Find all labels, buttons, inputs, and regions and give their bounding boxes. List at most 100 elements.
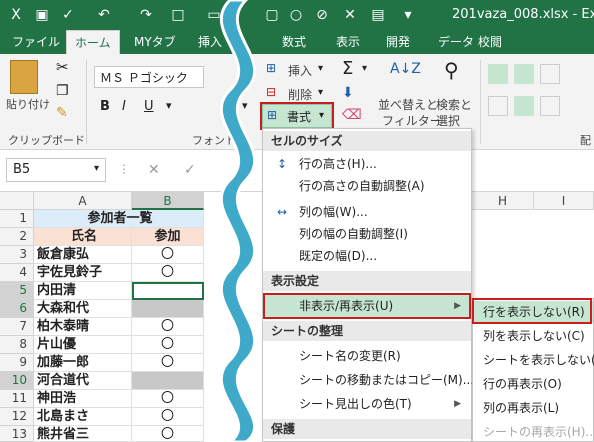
name-cell[interactable]: 柏木泰晴 xyxy=(34,318,132,336)
paste-icon[interactable] xyxy=(10,60,38,94)
align-middle-icon[interactable] xyxy=(514,64,534,84)
sheet-title-cell[interactable]: 参加者一覧 xyxy=(34,210,204,228)
align-right-icon[interactable] xyxy=(540,96,560,116)
menu-item-row-height[interactable]: ↕ 行の高さ(H)... xyxy=(263,153,471,175)
forbidden-icon[interactable]: ⊘ xyxy=(314,7,330,23)
column-header-b[interactable]: B xyxy=(132,192,204,210)
name-cell[interactable]: 河合道代 xyxy=(34,372,132,390)
find-select-label-1[interactable]: 検索と xyxy=(436,96,472,113)
sort-filter-label-2[interactable]: フィルター xyxy=(382,112,442,129)
align-top-icon[interactable] xyxy=(488,64,508,84)
attend-cell[interactable]: 〇 xyxy=(132,390,204,408)
confirm-entry-button[interactable]: ✓ xyxy=(184,162,196,178)
align-center-icon[interactable] xyxy=(514,96,534,116)
save-icon[interactable]: ▣ xyxy=(34,7,50,23)
header-cell-attend[interactable]: 参加 xyxy=(132,228,204,246)
clear-icon[interactable]: ⌫ xyxy=(342,108,362,122)
insert-dropdown-icon[interactable]: ▾ xyxy=(318,64,323,74)
row-header[interactable]: 8 xyxy=(0,336,34,354)
menu-item-autofit-column[interactable]: 列の幅の自動調整(I) xyxy=(263,223,471,245)
copy-icon[interactable]: ❐ xyxy=(56,84,69,98)
menu-item-autofit-row[interactable]: 行の高さの自動調整(A) xyxy=(263,175,471,197)
underline-dropdown-icon[interactable]: ▾ xyxy=(166,100,172,111)
tab-review[interactable]: 校閲 xyxy=(470,30,510,54)
italic-button[interactable]: I xyxy=(122,100,126,113)
close-icon[interactable]: ✕ xyxy=(342,7,358,23)
name-cell[interactable]: 神田浩 xyxy=(34,390,132,408)
insert-button[interactable]: 挿入 xyxy=(288,62,312,79)
bold-button[interactable]: B xyxy=(100,100,110,113)
row-header-selected[interactable]: 6 xyxy=(0,300,34,318)
attend-cell[interactable]: 〇 xyxy=(132,408,204,426)
name-box-dropdown-icon[interactable]: ▾ xyxy=(94,163,99,174)
column-header-i[interactable]: I xyxy=(534,192,594,210)
tab-home[interactable]: ホーム xyxy=(66,30,120,54)
column-header-h[interactable]: H xyxy=(472,192,534,210)
menu-item-move-copy-sheet[interactable]: シートの移動またはコピー(M)... xyxy=(263,369,474,391)
tab-file[interactable]: ファイル xyxy=(4,30,68,54)
name-cell[interactable]: 宇佐見鈴子 xyxy=(34,264,132,282)
submenu-item-unhide-columns[interactable]: 列の再表示(L) xyxy=(473,397,593,419)
header-cell-name[interactable]: 氏名 xyxy=(34,228,132,246)
new-file-icon[interactable]: □ xyxy=(170,7,186,23)
name-cell[interactable]: 飯倉康弘 xyxy=(34,246,132,264)
name-cell[interactable]: 熊井省三 xyxy=(34,426,132,442)
row-header[interactable]: 3 xyxy=(0,246,34,264)
menu-item-rename-sheet[interactable]: シート名の変更(R) xyxy=(263,345,471,367)
row-header[interactable]: 9 xyxy=(0,354,34,372)
fill-icon[interactable]: ⬇ xyxy=(342,86,354,100)
row-header[interactable]: 7 xyxy=(0,318,34,336)
spellcheck-icon[interactable]: ✓ xyxy=(60,7,76,23)
paste-button[interactable]: 貼り付け xyxy=(6,96,50,112)
attend-cell[interactable]: 〇 xyxy=(132,264,204,282)
attend-cell[interactable]: 〇 xyxy=(132,318,204,336)
tab-formulas[interactable]: 数式 xyxy=(274,30,314,54)
row-header-selected[interactable]: 5 xyxy=(0,282,34,300)
select-all-corner[interactable] xyxy=(0,192,34,210)
undo-icon[interactable]: ↶ xyxy=(96,7,112,23)
active-cell-b5[interactable] xyxy=(132,282,204,300)
sort-filter-label-1[interactable]: 並べ替えと xyxy=(378,96,438,113)
align-left-icon[interactable] xyxy=(488,96,508,116)
format-painter-icon[interactable]: ✎ xyxy=(56,106,68,120)
circle-icon[interactable]: ○ xyxy=(288,7,304,23)
submenu-item-unhide-rows[interactable]: 行の再表示(O) xyxy=(473,373,593,395)
name-cell[interactable]: 加藤一郎 xyxy=(34,354,132,372)
menu-item-default-width[interactable]: 既定の幅(D)... xyxy=(263,245,471,267)
customize-icon[interactable]: ▾ xyxy=(400,7,416,23)
row-header[interactable]: 1 xyxy=(0,210,34,228)
submenu-item-hide-columns[interactable]: 列を表示しない(C) xyxy=(473,325,593,347)
formula-options-icon[interactable]: ⋮ xyxy=(118,162,130,176)
autosum-dropdown-icon[interactable]: ▾ xyxy=(362,64,367,74)
redo-icon[interactable]: ↷ xyxy=(138,7,154,23)
menu-item-column-width[interactable]: ↔ 列の幅(W)... xyxy=(263,201,471,223)
name-box[interactable]: B5 ▾ xyxy=(6,158,106,182)
name-cell[interactable]: 北島まさ xyxy=(34,408,132,426)
row-header[interactable]: 13 xyxy=(0,426,34,442)
font-name-select[interactable]: ＭＳ Ｐゴシック xyxy=(94,66,204,88)
row-header[interactable]: 2 xyxy=(0,228,34,246)
row-header[interactable]: 4 xyxy=(0,264,34,282)
align-bottom-icon[interactable] xyxy=(540,64,560,84)
attend-cell[interactable]: 〇 xyxy=(132,336,204,354)
attend-cell[interactable]: 〇 xyxy=(132,246,204,264)
tab-view[interactable]: 表示 xyxy=(328,30,368,54)
cancel-entry-button[interactable]: ✕ xyxy=(148,162,160,178)
name-cell[interactable]: 大森和代 xyxy=(34,300,132,318)
underline-button[interactable]: U xyxy=(144,100,154,113)
menu-item-tab-color[interactable]: シート見出しの色(T) ▶ xyxy=(263,393,471,415)
cell-icon[interactable]: ▤ xyxy=(370,7,386,23)
delete-button[interactable]: 削除 xyxy=(288,86,312,103)
row-header[interactable]: 11 xyxy=(0,390,34,408)
submenu-item-hide-sheet[interactable]: シートを表示しない(S) xyxy=(473,349,594,371)
tab-mytab[interactable]: MYタブ xyxy=(126,30,184,54)
row-header[interactable]: 12 xyxy=(0,408,34,426)
autosum-icon[interactable]: Σ xyxy=(342,60,353,78)
name-cell[interactable]: 片山優 xyxy=(34,336,132,354)
attend-cell[interactable]: 〇 xyxy=(132,426,204,442)
column-header-a[interactable]: A xyxy=(34,192,132,210)
find-select-label-2[interactable]: 選択 xyxy=(436,112,460,129)
tab-developer[interactable]: 開発 xyxy=(378,30,418,54)
cut-icon[interactable]: ✂ xyxy=(56,60,69,75)
delete-dropdown-icon[interactable]: ▾ xyxy=(318,88,323,98)
